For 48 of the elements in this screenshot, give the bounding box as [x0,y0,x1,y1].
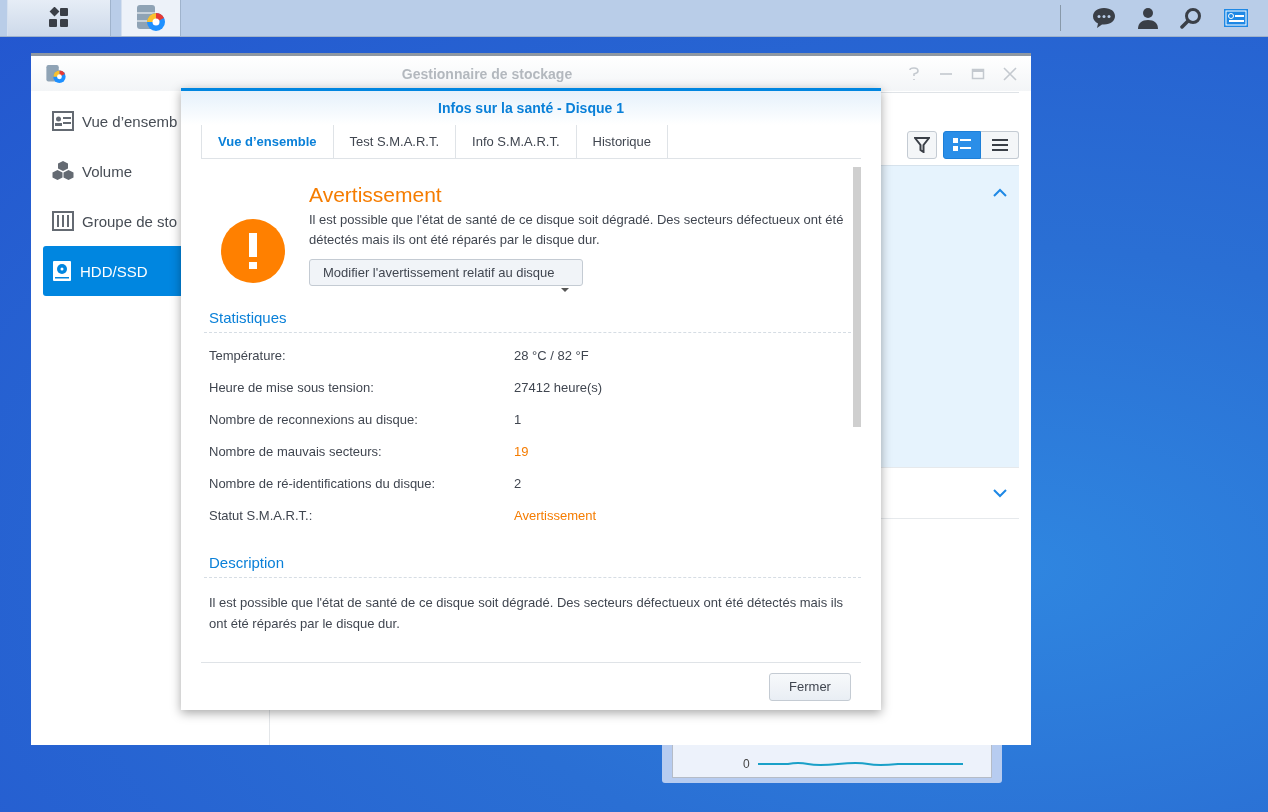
detail-list-icon [953,138,971,152]
storage-icon [45,62,67,85]
user-icon[interactable] [1137,7,1159,29]
drive-bays-icon [52,211,74,231]
section-heading: Description [204,554,861,578]
tab[interactable]: Vue d’ensemble [201,125,334,158]
stat-label: Heure de mise sous tension: [209,378,375,397]
close-button[interactable]: Fermer [769,672,851,701]
filter-icon [914,137,930,153]
stat-value: 1 [514,410,523,429]
chevron-down-icon[interactable] [993,488,1007,498]
stat-label: Nombre de ré-identifications du disque: [209,474,437,493]
storage-manager-button[interactable] [121,0,181,36]
stat-value: 28 °C / 82 °F [514,346,590,365]
scrollbar-thumb[interactable] [853,167,861,427]
tab[interactable]: Test S.M.A.R.T. [333,125,457,158]
status-message: Il est possible que l'état de santé de ce disque soit dégradé. Des secteurs défectueux ont été détectés mais ils ont été réparés par le disque dur. [309,211,845,249]
stat-value: 19 [514,442,530,461]
list-icon [991,139,1008,151]
cubes-icon [52,160,74,182]
description-text: Il est possible que l'état de santé de ce disque soit dégradé. Des secteurs défectueux ont été détectés mais ils ont été réparés par le disque dur. [208,594,845,633]
caret-icon [560,288,569,293]
stat-value: Avertissement [514,506,598,525]
filter-button[interactable] [907,131,937,159]
dialog-title: Infos sur la santé - Disque 1 [181,91,881,125]
stat-label: Statut S.M.A.R.T.: [209,506,314,525]
status-title: Avertissement [309,183,443,207]
stat-value: 27412 heure(s) [514,378,604,397]
tab[interactable]: Info S.M.A.R.T. [456,125,577,158]
tab[interactable]: Historique [576,125,669,158]
widgets-icon[interactable] [1223,8,1249,28]
stat-label: Nombre de mauvais secteurs: [209,442,383,461]
stat-label: Nombre de reconnexions au disque: [209,410,419,429]
search-icon[interactable] [1180,7,1202,29]
id-card-icon [52,111,74,131]
chat-icon[interactable] [1092,7,1116,29]
stat-label: Température: [209,346,287,365]
axis-label: 0 [743,757,750,771]
sidebar-item[interactable]: Groupe de sto [43,196,212,246]
window-title: Gestionnaire de stockage [400,65,574,82]
main-menu-button[interactable] [7,0,111,36]
grid-icon [48,7,70,29]
warning-icon [221,219,285,283]
chevron-up-icon[interactable] [993,188,1007,197]
stat-value: 2 [514,474,523,493]
list-view-button[interactable] [981,131,1019,159]
detail-view-button[interactable] [943,131,981,159]
storage-icon [135,2,167,34]
